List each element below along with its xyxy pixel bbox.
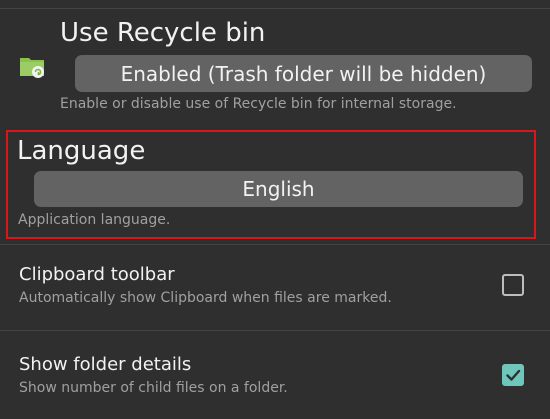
recycle-bin-folder-icon (19, 54, 45, 80)
language-description: Application language. (18, 212, 171, 228)
language-title: Language (17, 136, 146, 166)
folder-details-description: Show number of child files on a folder. (19, 380, 288, 396)
clipboard-toolbar-checkbox[interactable] (502, 274, 524, 296)
divider (0, 330, 550, 331)
recycle-bin-toggle-button[interactable]: Enabled (Trash folder will be hidden) (75, 55, 532, 92)
top-divider (0, 8, 550, 9)
folder-details-checkbox[interactable] (502, 364, 524, 386)
divider (0, 244, 550, 245)
checkmark-icon (506, 369, 521, 381)
recycle-bin-description: Enable or disable use of Recycle bin for… (60, 96, 457, 112)
language-select-button[interactable]: English (34, 171, 523, 207)
folder-details-title: Show folder details (19, 354, 192, 375)
clipboard-toolbar-title: Clipboard toolbar (19, 264, 175, 285)
clipboard-toolbar-description: Automatically show Clipboard when files … (19, 290, 392, 306)
recycle-bin-title: Use Recycle bin (60, 18, 266, 48)
